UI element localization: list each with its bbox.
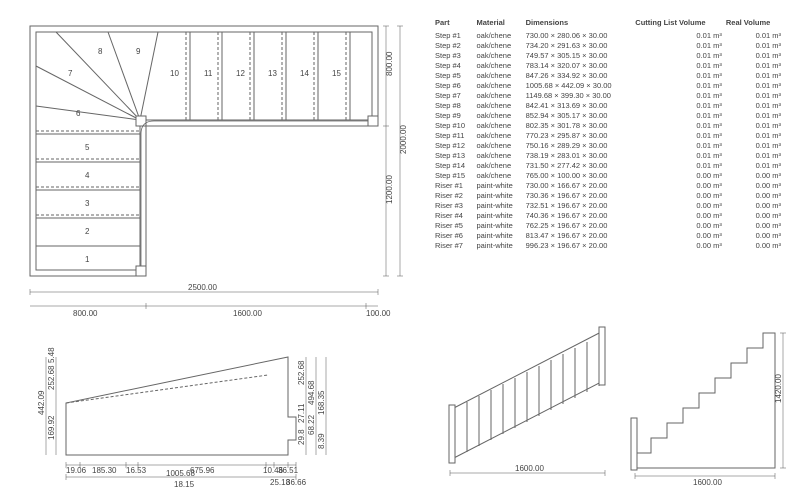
table-row: Step #12oak/chene750.16 × 289.29 × 30.00…	[435, 141, 785, 151]
svg-text:3: 3	[85, 199, 90, 208]
table-row: Step #13oak/chene738.19 × 283.01 × 30.00…	[435, 151, 785, 161]
col-header: Dimensions	[526, 18, 636, 31]
dim-total-height: 2000.00	[399, 125, 408, 154]
front-elevation: 1600.00	[435, 325, 620, 485]
front-width: 1600.00	[515, 464, 544, 473]
col-header: Real Volume	[726, 18, 785, 31]
table-row: Riser #7paint-white996.23 × 196.67 × 20.…	[435, 241, 785, 251]
detail-width: 1005.68	[166, 469, 195, 478]
plan-view: 123 456 789 101112 131415 800.00 2000.00…	[18, 14, 413, 334]
parts-table: PartMaterialDimensionsCutting List Volum…	[435, 18, 785, 251]
dim-seg-1: 1600.00	[233, 309, 262, 318]
svg-text:12: 12	[236, 69, 245, 78]
svg-text:19.06: 19.06	[66, 466, 87, 475]
table-row: Riser #2paint-white730.36 × 196.67 × 20.…	[435, 191, 785, 201]
svg-text:168.35: 168.35	[317, 390, 326, 415]
table-row: Riser #1paint-white730.00 × 166.67 × 20.…	[435, 181, 785, 191]
table-row: Step #5oak/chene847.26 × 334.92 × 30.000…	[435, 71, 785, 81]
svg-text:169.92: 169.92	[47, 415, 56, 440]
col-header: Part	[435, 18, 477, 31]
svg-text:29.8: 29.8	[297, 429, 306, 445]
col-header: Cutting List Volume	[635, 18, 726, 31]
table-row: Riser #3paint-white732.51 × 196.67 × 20.…	[435, 201, 785, 211]
table-row: Step #4oak/chene783.14 × 320.07 × 30.000…	[435, 61, 785, 71]
svg-text:252.68: 252.68	[297, 360, 306, 385]
table-row: Riser #5paint-white762.25 × 196.67 × 20.…	[435, 221, 785, 231]
table-row: Step #7oak/chene1149.68 × 399.30 × 30.00…	[435, 91, 785, 101]
svg-text:4: 4	[85, 171, 90, 180]
table-row: Step #6oak/chene1005.68 × 442.09 × 30.00…	[435, 81, 785, 91]
col-header: Material	[477, 18, 526, 31]
svg-text:16.53: 16.53	[126, 466, 147, 475]
svg-text:185.30: 185.30	[92, 466, 117, 475]
dim-top-height: 800.00	[385, 51, 394, 76]
svg-text:5.48: 5.48	[47, 347, 56, 363]
svg-text:5: 5	[85, 143, 90, 152]
dim-bottom-height: 1200.00	[385, 175, 394, 204]
svg-text:36.51: 36.51	[278, 466, 299, 475]
table-row: Step #3oak/chene749.57 × 305.15 × 30.000…	[435, 51, 785, 61]
table-row: Step #14oak/chene731.50 × 277.42 × 30.00…	[435, 161, 785, 171]
table-row: Step #11oak/chene770.23 × 295.87 × 30.00…	[435, 131, 785, 141]
svg-text:252.68: 252.68	[47, 365, 56, 390]
svg-text:442.09: 442.09	[37, 390, 46, 415]
svg-text:1600.00: 1600.00	[693, 478, 722, 487]
svg-text:27.11: 27.11	[297, 403, 306, 423]
svg-text:7: 7	[68, 69, 73, 78]
svg-text:2: 2	[85, 227, 90, 236]
table-row: Step #10oak/chene802.35 × 301.78 × 30.00…	[435, 121, 785, 131]
table-row: Step #8oak/chene842.41 × 313.69 × 30.000…	[435, 101, 785, 111]
dim-seg-2: 100.00	[366, 309, 391, 318]
table-row: Step #9oak/chene852.94 × 305.17 × 30.000…	[435, 111, 785, 121]
svg-text:68.22: 68.22	[307, 414, 316, 435]
svg-text:6: 6	[76, 109, 81, 118]
table-row: Step #2oak/chene734.20 × 291.63 × 30.000…	[435, 41, 785, 51]
svg-text:10: 10	[170, 69, 179, 78]
table-row: Riser #4paint-white740.36 × 196.67 × 20.…	[435, 211, 785, 221]
svg-text:13: 13	[268, 69, 277, 78]
svg-text:36.66: 36.66	[286, 478, 307, 487]
side-stringer: 1420.00 1600.00	[625, 318, 790, 488]
svg-text:9: 9	[136, 47, 141, 56]
svg-text:11: 11	[204, 69, 213, 78]
table-row: Step #1oak/chene730.00 × 280.06 × 30.000…	[435, 31, 785, 41]
dim-total-width: 2500.00	[188, 283, 217, 292]
table-row: Step #15oak/chene765.00 × 100.00 × 30.00…	[435, 171, 785, 181]
svg-text:14: 14	[300, 69, 309, 78]
svg-text:15: 15	[332, 69, 341, 78]
svg-text:18.15: 18.15	[174, 480, 195, 489]
detail-view: 19.06 185.30 16.53 675.96 10.46 36.51 25…	[18, 345, 348, 490]
svg-text:1: 1	[85, 255, 90, 264]
table-row: Riser #6paint-white813.47 × 196.67 × 20.…	[435, 231, 785, 241]
svg-text:494.68: 494.68	[307, 380, 316, 405]
svg-text:8.39: 8.39	[317, 433, 326, 449]
side-height: 1420.00	[774, 374, 783, 403]
svg-text:8: 8	[98, 47, 103, 56]
dim-seg-0: 800.00	[73, 309, 98, 318]
